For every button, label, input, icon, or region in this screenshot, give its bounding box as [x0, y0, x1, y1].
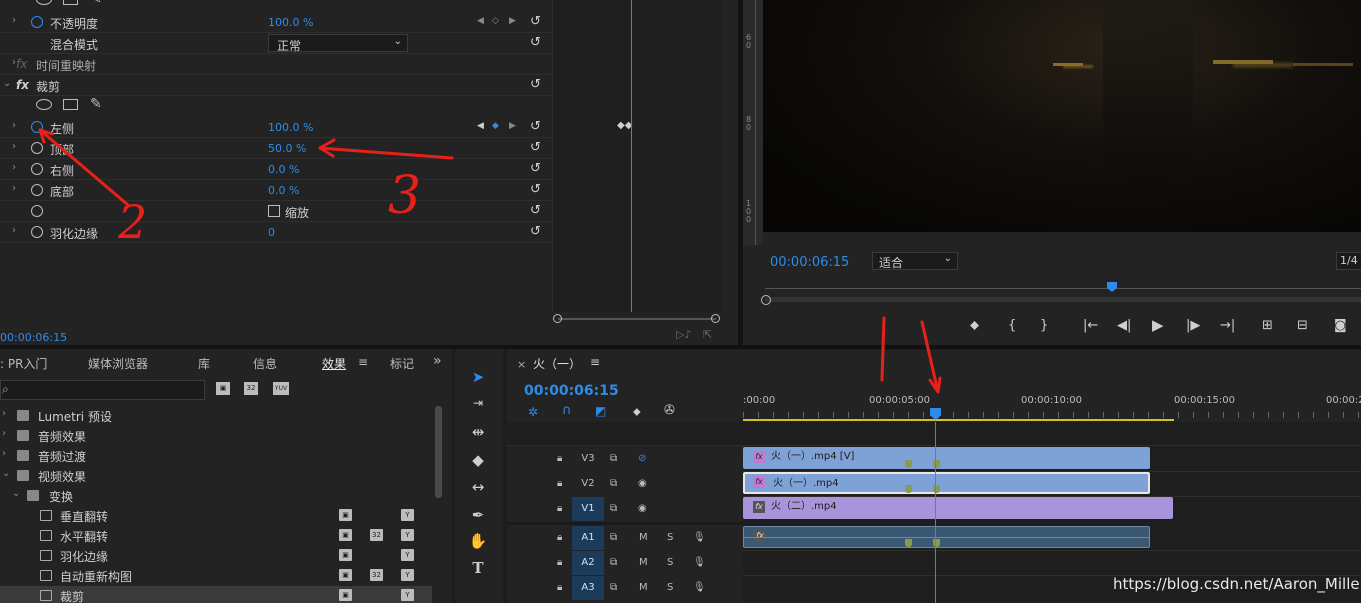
watermark: https://blog.csdn.net/Aaron_Miller [1113, 575, 1361, 593]
arrow-to-stopwatch [38, 128, 130, 207]
stroke-playhead-line [880, 316, 886, 382]
annotation-number-2: 2 [118, 195, 148, 249]
annotation-overlay [38, 128, 942, 394]
annotation-number-3: 3 [388, 166, 422, 226]
arrow-to-value [318, 146, 454, 160]
